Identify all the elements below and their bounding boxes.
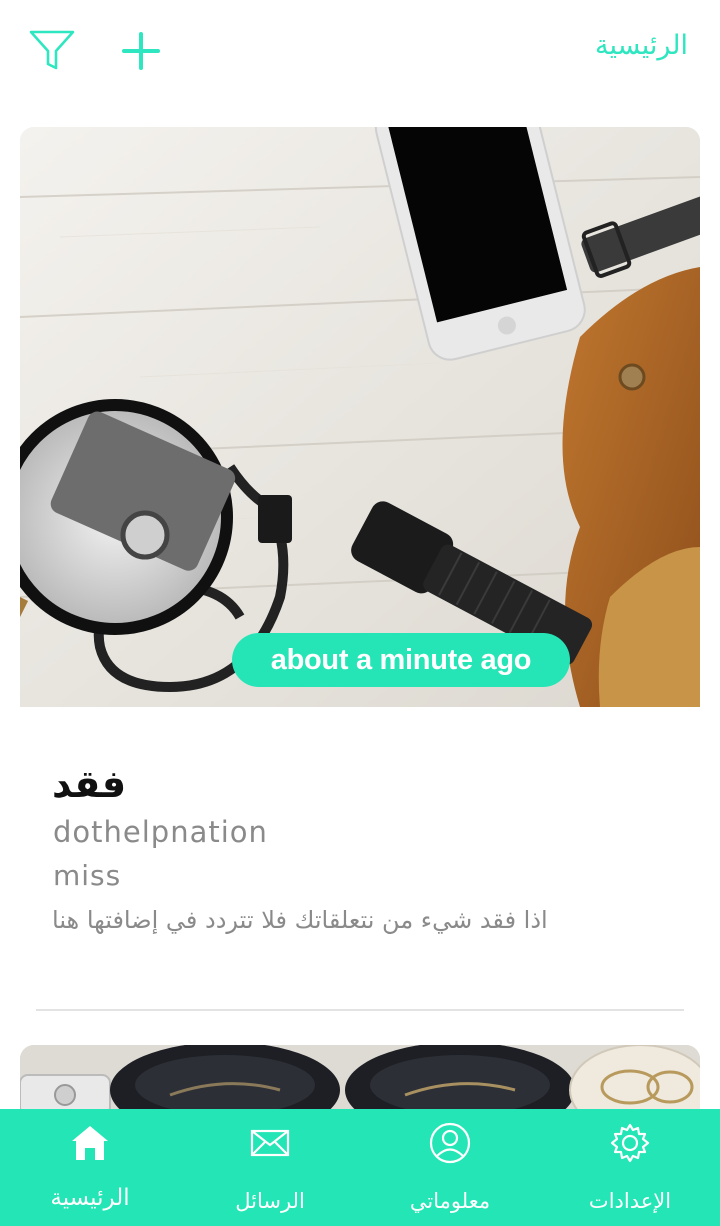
post-username: dothelpnation (53, 815, 268, 849)
page-title: الرئيسية (595, 30, 688, 61)
post-description: اذا فقد شيء من نتعلقاتك فلا تتردد في إضا… (52, 906, 548, 934)
nav-item-home[interactable]: الرئيسية (0, 1109, 180, 1226)
filter-icon (29, 30, 75, 70)
nav-label: الإعدادات (588, 1189, 672, 1213)
lost-items-photo (20, 127, 700, 707)
bottom-navigation: الإعدادات معلوماتي الرسائل الرئيسية (0, 1109, 720, 1226)
nav-label: معلوماتي (409, 1189, 491, 1213)
nav-item-settings[interactable]: الإعدادات (540, 1109, 720, 1226)
post-image[interactable] (20, 127, 700, 707)
post-title[interactable]: فقد (52, 762, 126, 806)
top-app-bar: الرئيسية (0, 0, 720, 100)
nav-label: الرئيسية (50, 1185, 130, 1211)
envelope-icon (250, 1129, 290, 1157)
home-icon (72, 1126, 108, 1160)
gear-icon (610, 1123, 650, 1163)
feed: الرئيسية about a minute ago فقد dothelpn… (0, 0, 720, 1226)
nav-item-profile[interactable]: معلوماتي (360, 1109, 540, 1226)
filter-button[interactable] (28, 28, 76, 72)
plus-icon (122, 32, 160, 70)
glasses-photo (20, 1045, 700, 1115)
nav-item-messages[interactable]: الرسائل (180, 1109, 360, 1226)
post-image[interactable] (20, 1045, 700, 1115)
add-button[interactable] (120, 30, 162, 72)
post-tag: miss (53, 859, 122, 892)
time-ago-badge: about a minute ago (232, 633, 570, 687)
nav-label: الرسائل (235, 1189, 305, 1213)
post-divider (36, 1009, 684, 1011)
user-icon (429, 1122, 471, 1164)
